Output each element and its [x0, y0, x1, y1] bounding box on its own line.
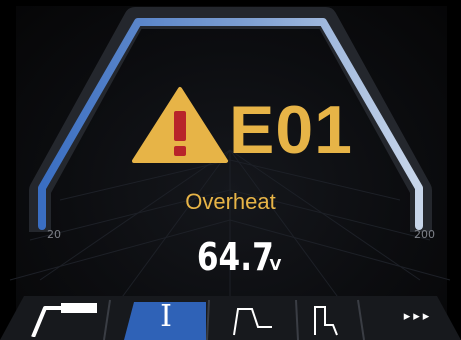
voltage-readout: 64.7V — [0, 236, 461, 278]
error-message: Overheat — [185, 189, 276, 214]
tab-torch[interactable] — [24, 294, 104, 340]
tab-step[interactable] — [298, 294, 356, 340]
welder-display: E01 Overheat 64.7V 20 200 I ▸▸▸ — [0, 0, 461, 340]
welding-torch-icon — [31, 303, 97, 337]
more-button[interactable]: ▸▸▸ — [388, 294, 448, 340]
current-mode-glyph: I — [160, 299, 172, 334]
step-down-icon — [314, 306, 338, 336]
scale-max-label: 200 — [414, 228, 435, 241]
gauge-frame — [0, 7, 461, 340]
error-code: E01 — [229, 92, 353, 168]
more-arrows-icon: ▸▸▸ — [403, 309, 433, 324]
voltage-value: 64.7 — [196, 235, 274, 279]
tab-current-mode[interactable]: I — [126, 294, 206, 340]
warning-triangle-icon — [132, 87, 228, 163]
ramp-up-icon — [233, 308, 272, 336]
mode-tabbar: I ▸▸▸ — [0, 294, 461, 340]
tab-ramp[interactable] — [212, 294, 294, 340]
scale-min-label: 20 — [47, 228, 61, 241]
